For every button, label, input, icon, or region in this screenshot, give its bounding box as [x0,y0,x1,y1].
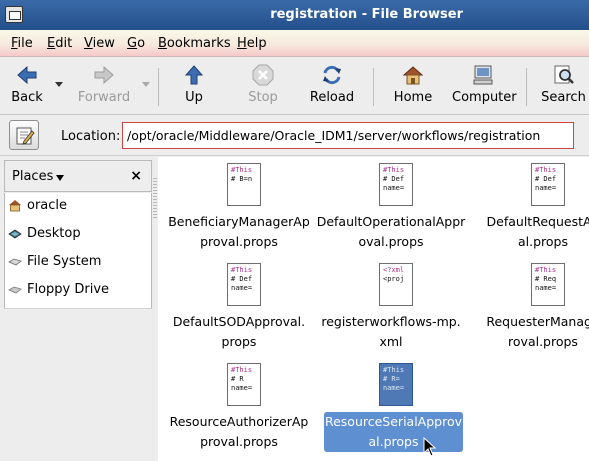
menu-bookmarks[interactable]: Bookmarks [158,36,231,51]
xml-file-icon: <?xml <proj [379,263,413,306]
file-item[interactable]: #This # Def name= DefaultSODApproval. pro… [164,257,314,353]
file-icon-view[interactable]: #This # B=n BeneficiaryManagerAp proval.p… [158,157,589,461]
location-label: Location: [61,129,121,144]
forward-button[interactable]: Forward [74,58,134,115]
title-bar[interactable]: registration - File Browser [0,0,589,30]
menu-bar: File Edit View Go Bookmarks Help [0,30,589,57]
sidebar-item-desktop[interactable]: Desktop [5,221,151,247]
desktop-icon [8,229,22,239]
file-name: registerworkflows-mp. xml [321,314,461,349]
up-button[interactable]: Up [172,58,216,115]
text-file-icon: #This # B=n [227,163,261,206]
text-file-icon: #This # R name= [227,363,261,406]
menu-help[interactable]: Help [237,36,267,51]
file-name: DefaultOperationalAppr oval.props [316,214,466,249]
file-name: ResourceAuthorizerAp proval.props [169,414,309,449]
window-title: registration - File Browser [270,7,463,22]
file-name: RequesterManage roval.props [486,314,589,349]
floppy-icon [8,286,22,294]
back-history-dropdown[interactable] [55,82,63,87]
places-label: Places [12,169,54,184]
text-file-icon: #This # Def name= [379,163,413,206]
sidebar-item-floppy-drive[interactable]: Floppy Drive [5,277,151,303]
location-input[interactable] [122,122,574,149]
back-button[interactable]: Back [4,58,50,115]
arrow-right-icon [94,65,114,85]
chevron-down-icon [56,175,64,181]
computer-icon [473,65,493,85]
arrow-left-icon [17,65,37,85]
home-folder-icon [9,200,21,212]
file-name: DefaultSODApproval. props [172,314,306,349]
location-bar: Location: [0,116,589,156]
text-file-icon: #This # Req name= [531,263,565,306]
drive-icon [8,258,22,266]
text-file-icon: #This # R= name= [379,363,413,406]
search-icon [554,65,574,84]
menu-view[interactable]: View [84,36,115,51]
file-item[interactable]: #This # B=n BeneficiaryManagerAp proval.p… [164,157,314,253]
menu-go[interactable]: Go [127,36,145,51]
file-name: ResourceSerialApprov al.props [324,412,463,452]
stop-icon [252,64,274,86]
sidebar-item-oracle[interactable]: oracle [5,193,151,219]
pane-resize-handle[interactable] [153,178,157,218]
stop-button[interactable]: Stop [241,58,285,115]
places-list: oracle Desktop File System Floppy Drive [4,193,152,309]
file-name: BeneficiaryManagerAp proval.props [168,214,310,249]
reload-button[interactable]: Reload [307,58,357,115]
text-file-icon: #This # Def name= [227,263,261,306]
sidebar: Places × oracle Desktop File System Flop… [0,157,152,461]
home-icon [402,66,424,85]
file-item[interactable]: <?xml <proj registerworkflows-mp. xml [316,257,466,353]
toggle-location-entry-button[interactable] [9,120,39,150]
file-item[interactable]: #This # R name= ResourceAuthorizerAp prov… [164,357,314,453]
toolbar-separator [373,68,374,106]
text-file-icon: #This # Def name= [531,163,565,206]
reload-icon [323,65,341,85]
toolbar: Back Forward Up Stop Reload Home Compute… [0,58,589,115]
toolbar-separator [158,68,159,106]
menu-edit[interactable]: Edit [47,36,72,51]
places-selector[interactable]: Places × [4,160,152,192]
arrow-up-icon [184,65,204,85]
menu-file[interactable]: File [11,36,33,51]
mouse-pointer-icon [423,437,437,457]
toolbar-separator [526,68,527,106]
home-button[interactable]: Home [391,58,435,115]
forward-history-dropdown[interactable] [142,82,150,87]
edit-pencil-icon [16,127,35,145]
file-item[interactable]: #This # Def name= DefaultOperationalAppr… [316,157,466,253]
file-item-selected[interactable]: #This # R= name= ResourceSerialApprov al.… [316,357,466,453]
file-item[interactable]: #This # Req name= RequesterManage roval.p… [468,257,589,353]
close-icon[interactable]: × [130,168,142,184]
file-name: DefaultRequestAp al.props [486,214,589,249]
search-button[interactable]: Search [540,58,587,115]
file-item[interactable]: #This # Def name= DefaultRequestAp al.pro… [468,157,589,253]
sidebar-item-file-system[interactable]: File System [5,249,151,275]
computer-button[interactable]: Computer [452,58,517,115]
